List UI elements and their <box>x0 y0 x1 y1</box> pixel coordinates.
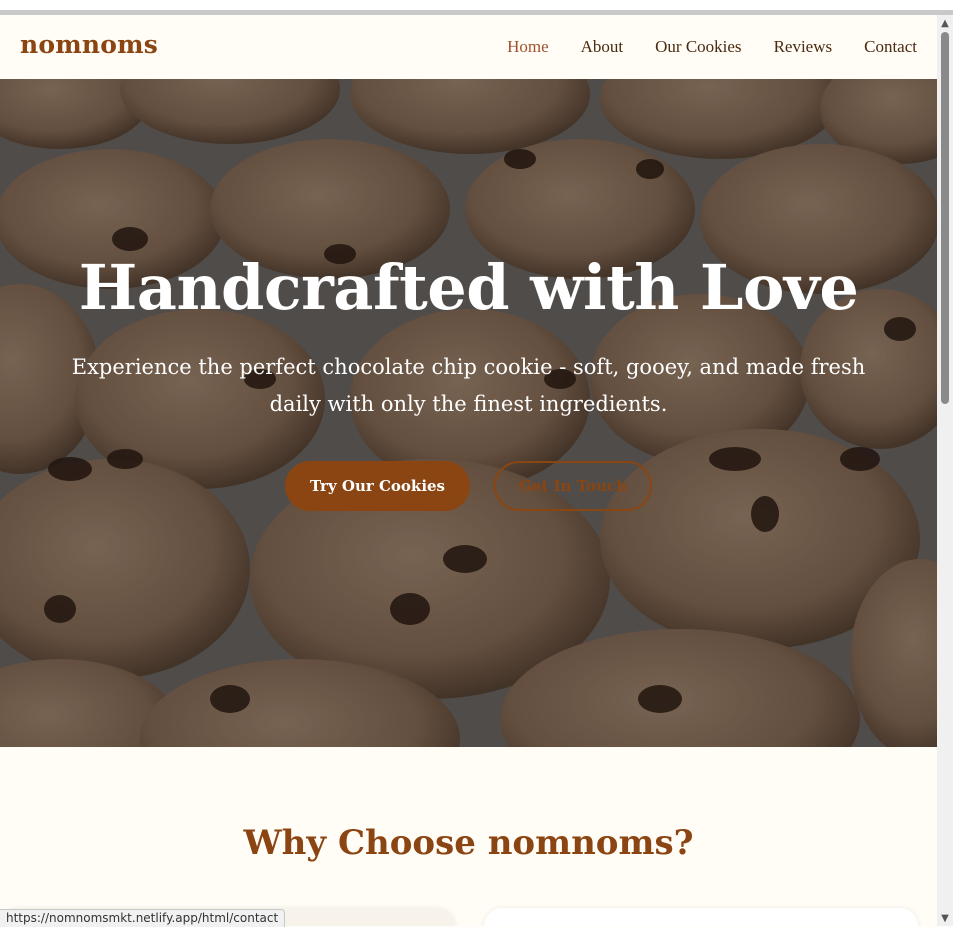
brand-logo[interactable]: nomnoms <box>20 30 158 59</box>
navbar: nomnoms Home About Our Cookies Reviews C… <box>0 15 937 79</box>
hero-title: Handcrafted with Love <box>78 251 859 324</box>
nav-link-reviews[interactable]: Reviews <box>774 37 833 57</box>
scrollbar-thumb[interactable] <box>941 32 949 404</box>
hero-section: Handcrafted with Love Experience the per… <box>0 79 937 747</box>
scroll-down-icon[interactable]: ▼ <box>937 910 953 926</box>
get-in-touch-button[interactable]: Get In Touch <box>494 461 652 511</box>
why-choose-title: Why Choose nomnoms? <box>243 823 694 863</box>
nav-link-home[interactable]: Home <box>507 37 549 57</box>
nav-link-about[interactable]: About <box>581 37 624 57</box>
nav-link-our-cookies[interactable]: Our Cookies <box>655 37 741 57</box>
link-status-bar: https://nomnomsmkt.netlify.app/html/cont… <box>0 909 286 927</box>
browser-top-edge <box>0 0 953 10</box>
nav-menu: Home About Our Cookies Reviews Contact <box>507 37 917 57</box>
feature-card <box>484 908 918 926</box>
page-viewport: nomnoms Home About Our Cookies Reviews C… <box>0 15 937 926</box>
nav-link-contact[interactable]: Contact <box>864 37 917 57</box>
vertical-scrollbar[interactable]: ▲ ▼ <box>937 15 953 926</box>
hero-subtitle: Experience the perfect chocolate chip co… <box>71 355 866 416</box>
try-our-cookies-button[interactable]: Try Our Cookies <box>285 461 470 511</box>
scroll-up-icon[interactable]: ▲ <box>937 15 953 31</box>
